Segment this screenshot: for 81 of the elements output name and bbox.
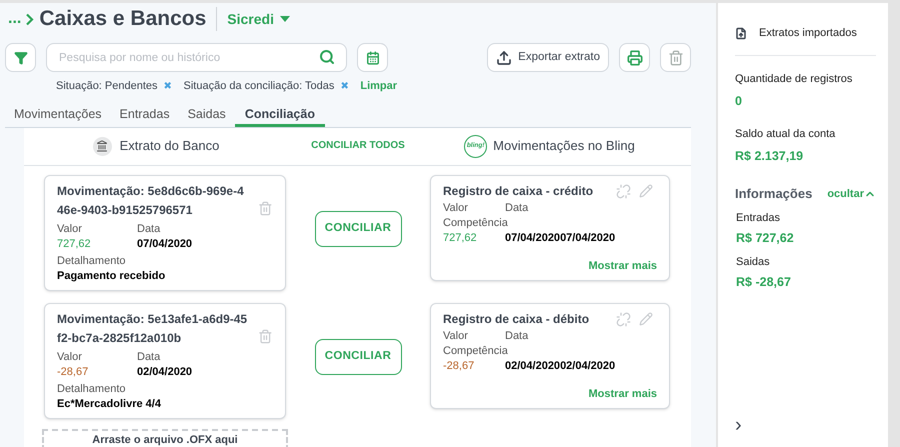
clear-filters-link[interactable]: Limpar <box>360 78 398 94</box>
expand-button[interactable]: › <box>735 415 747 435</box>
info-value: R$ 727,62 <box>736 230 795 247</box>
entry-value: -28,67 <box>57 364 90 380</box>
bank-icon <box>92 136 112 156</box>
caret-icon <box>280 16 290 22</box>
account-dropdown[interactable]: Sicredi <box>227 8 290 30</box>
entry-value: -28,67 <box>443 358 476 374</box>
file-upload-icon <box>735 26 747 40</box>
search-icon[interactable] <box>319 49 335 65</box>
filter-chip-label: Situação: Pendentes <box>56 79 158 94</box>
delete-icon[interactable] <box>258 200 273 216</box>
stat-label: Quantidade de registros <box>735 72 854 86</box>
date-label: Data <box>505 200 528 216</box>
print-button[interactable] <box>619 43 650 72</box>
breadcrumb-ellipsis[interactable]: ... <box>8 7 22 31</box>
column-header: Extrato do Banco <box>120 137 220 156</box>
remove-filter-button[interactable]: ✖ <box>164 78 172 94</box>
edit-icon[interactable] <box>639 312 653 326</box>
imported-statements-link[interactable]: Extratos importados <box>759 25 857 42</box>
entry-date: 07/04/2020 <box>137 236 194 252</box>
page-title: Caixas e Bancos <box>39 6 206 32</box>
value-label: Valor <box>57 350 83 364</box>
date-label: Data <box>137 350 162 364</box>
delete-icon[interactable] <box>258 328 273 344</box>
info-label: Saidas <box>736 254 771 270</box>
entry-title: Registro de caixa - crédito <box>443 182 594 200</box>
hide-link[interactable]: ocultar <box>827 186 876 202</box>
file-dropzone[interactable]: Arraste o arquivo .OFX aqui <box>42 428 288 447</box>
remove-filter-button[interactable]: ✖ <box>340 78 348 94</box>
section-title: Informações <box>735 185 812 203</box>
info-value: R$ -28,67 <box>736 274 792 292</box>
reconcile-button[interactable]: CONCILIAR <box>314 210 402 246</box>
entry-competence: 07/04/2020 <box>560 230 616 246</box>
reconcile-button[interactable]: CONCILIAR <box>314 338 402 374</box>
show-more-link[interactable]: Mostrar mais <box>588 258 657 274</box>
reconcile-all-button[interactable]: CONCILIAR TODOS <box>288 140 428 152</box>
stat-label: Saldo atual da conta <box>735 126 836 142</box>
unlink-icon[interactable] <box>616 184 631 198</box>
unlink-icon[interactable] <box>616 312 631 326</box>
stat-value: 0 <box>735 93 743 110</box>
value-label: Valor <box>57 222 83 236</box>
value-label: Valor <box>443 328 469 344</box>
stat-value: R$ 2.137,19 <box>735 148 804 166</box>
detail-label: Detalhamento <box>57 382 126 396</box>
date-label: Data <box>137 222 162 236</box>
filter-chip-label: Situação da conciliação: Todas <box>184 79 334 94</box>
entry-value: 727,62 <box>443 230 478 246</box>
entry-date: 07/04/2020 <box>505 230 560 246</box>
entry-detail: Ec*Mercadolivre 4/4 <box>57 396 162 412</box>
search-field[interactable]: Pesquisa por nome ou histórico <box>46 43 347 72</box>
entry-date: 02/04/2020 <box>137 364 194 380</box>
value-label: Valor <box>443 200 469 216</box>
delete-button[interactable] <box>660 43 691 72</box>
filter-icon[interactable] <box>14 50 28 64</box>
export-button[interactable]: Exportar extrato <box>487 43 609 72</box>
entry-date: 02/04/2020 <box>505 358 560 374</box>
column-header: Movimentações no Bling <box>493 137 635 156</box>
tab[interactable]: Saidas <box>178 106 235 126</box>
competence-label: Competência <box>443 344 509 358</box>
tab[interactable]: Entradas <box>110 106 179 126</box>
filter-button[interactable] <box>5 43 36 72</box>
show-more-link[interactable]: Mostrar mais <box>588 386 657 402</box>
competence-label: Competência <box>443 216 509 230</box>
entry-detail: Pagamento recebido <box>57 268 166 284</box>
entry-value: 727,62 <box>57 236 92 252</box>
printer-icon[interactable] <box>626 50 642 66</box>
chevron-icon <box>26 12 34 26</box>
entry-title: Movimentação: 5e8d6c6b-969e-446e-9403-b91525796571 <box>57 182 245 218</box>
edit-icon[interactable] <box>639 184 653 198</box>
calendar-icon[interactable] <box>366 50 380 64</box>
trash-icon[interactable] <box>668 50 684 66</box>
entry-competence: 02/04/2020 <box>560 358 616 374</box>
info-label: Entradas <box>736 210 782 226</box>
calendar-button[interactable] <box>357 43 388 72</box>
date-label: Data <box>505 328 528 344</box>
entry-title: Registro de caixa - débito <box>443 310 590 328</box>
upload-icon[interactable] <box>496 50 512 66</box>
entry-title: Movimentação: 5e13afe1-a6d9-45f2-bc7a-2825f12a010b <box>57 310 248 346</box>
detail-label: Detalhamento <box>57 254 126 268</box>
tab[interactable]: Movimentações <box>5 106 111 126</box>
